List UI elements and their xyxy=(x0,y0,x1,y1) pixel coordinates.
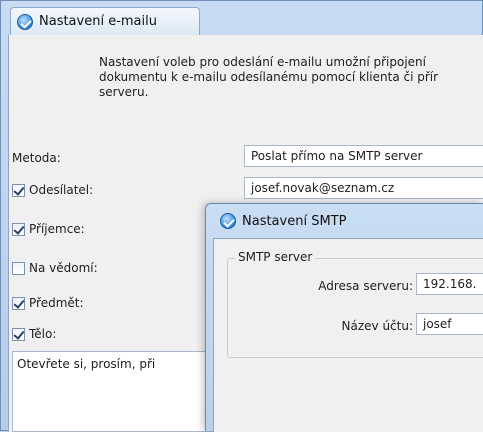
description-line: serveru. xyxy=(99,85,149,99)
subject-row[interactable]: Předmět: xyxy=(12,296,84,310)
description-line: Nastavení voleb pro odeslání e-mailu umo… xyxy=(99,55,426,69)
smtp-server-group-label: SMTP server xyxy=(235,250,316,264)
server-address-label: Adresa serveru: xyxy=(318,279,413,293)
body-label: Tělo: xyxy=(29,327,57,341)
body-row[interactable]: Tělo: xyxy=(12,327,56,341)
app-check-icon xyxy=(220,213,236,229)
cc-row[interactable]: Na vědomí: xyxy=(12,261,98,275)
sender-row[interactable]: Odesílatel: xyxy=(12,183,93,197)
account-name-input[interactable]: josef xyxy=(416,313,483,335)
description-text: Nastavení voleb pro odeslání e-mailu umo… xyxy=(99,55,479,100)
recipients-label: Příjemce: xyxy=(29,222,85,236)
app-check-icon xyxy=(17,14,33,30)
smtp-server-group: SMTP server Adresa serveru: 192.168. Náz… xyxy=(227,250,483,358)
window-title: Nastavení e-mailu xyxy=(39,14,157,29)
account-name-label: Název účtu: xyxy=(341,319,413,333)
server-address-input[interactable]: 192.168. xyxy=(416,273,483,295)
subject-checkbox[interactable] xyxy=(12,296,25,310)
email-settings-titlebar[interactable]: Nastavení e-mailu xyxy=(1,1,482,35)
recipients-row[interactable]: Příjemce: xyxy=(12,222,85,236)
smtp-window-title: Nastavení SMTP xyxy=(242,214,347,229)
method-label: Metoda: xyxy=(12,151,61,165)
description-line: dokumentu k e-mailu odesílanému pomocí k… xyxy=(99,70,439,84)
cc-checkbox[interactable] xyxy=(12,261,25,275)
smtp-settings-window: Nastavení SMTP SMTP server Adresa server… xyxy=(205,203,483,432)
title-tab: Nastavení e-mailu xyxy=(10,7,200,35)
subject-label: Předmět: xyxy=(29,296,84,310)
recipients-checkbox[interactable] xyxy=(12,222,25,236)
body-checkbox[interactable] xyxy=(12,327,25,341)
smtp-settings-content: SMTP server Adresa serveru: 192.168. Náz… xyxy=(213,238,483,432)
cc-label: Na vědomí: xyxy=(29,261,98,275)
sender-label: Odesílatel: xyxy=(29,183,94,197)
sender-input[interactable]: josef.novak@seznam.cz xyxy=(244,177,483,199)
method-select[interactable]: Poslat přímo na SMTP server xyxy=(244,145,483,167)
sender-checkbox[interactable] xyxy=(12,183,25,197)
